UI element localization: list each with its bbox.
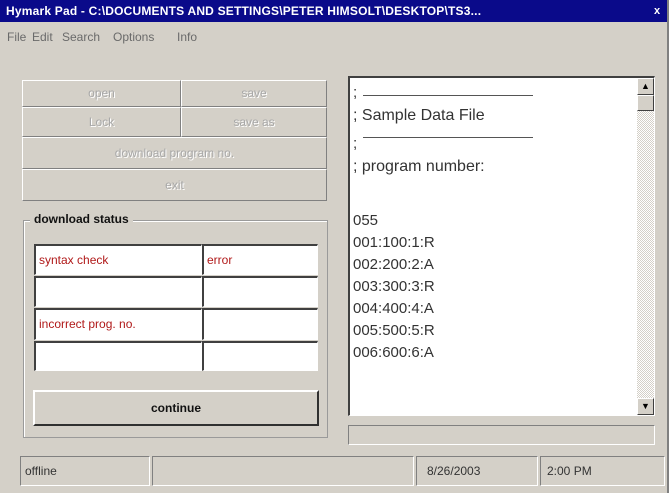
status-time: 2:00 PM [540, 456, 665, 486]
download-program-button[interactable]: download program no. [22, 137, 327, 169]
status-cell [202, 341, 318, 371]
menu-bar: File Edit Search Options Info [0, 28, 667, 48]
status-bar: offline 8/26/2003 2:00 PM [20, 456, 665, 486]
editor-line: ; Sample Data File [353, 107, 485, 124]
lock-button[interactable]: Lock [22, 107, 181, 137]
download-progress-bar [348, 425, 655, 445]
file-editor[interactable]: ; ; Sample Data File ; ; program number:… [348, 76, 655, 416]
status-cell [34, 276, 202, 307]
editor-line: 004:400:4:A [353, 300, 434, 317]
close-icon[interactable]: x [649, 3, 665, 19]
scroll-up-icon[interactable]: ▲ [637, 78, 654, 95]
editor-line: ; [353, 82, 637, 101]
exit-button[interactable]: exit [22, 169, 327, 201]
title-bar[interactable]: Hymark Pad - C:\DOCUMENTS AND SETTINGS\P… [0, 0, 667, 22]
save-as-button[interactable]: save as [181, 107, 327, 137]
scroll-thumb[interactable] [637, 95, 654, 111]
menu-info[interactable]: Info [177, 30, 197, 44]
continue-button[interactable]: continue [33, 390, 319, 426]
status-info [152, 456, 414, 486]
editor-scrollbar[interactable]: ▲ ▼ [637, 78, 654, 415]
editor-text: ; ; Sample Data File ; ; program number:… [353, 82, 637, 364]
menu-search[interactable]: Search [62, 30, 100, 44]
app-window: Hymark Pad - C:\DOCUMENTS AND SETTINGS\P… [0, 0, 669, 493]
editor-line: ; program number: [353, 158, 485, 175]
editor-line: 006:600:6:A [353, 344, 434, 361]
status-cell: syntax check [34, 244, 202, 275]
open-button[interactable]: open [22, 80, 181, 107]
status-date: 8/26/2003 [416, 456, 538, 486]
download-status-title: download status [30, 212, 133, 226]
editor-line: 055 [353, 212, 379, 229]
editor-line: 005:500:5:R [353, 322, 435, 339]
window-title: Hymark Pad - C:\DOCUMENTS AND SETTINGS\P… [6, 4, 482, 18]
status-connection: offline [20, 456, 150, 486]
menu-options[interactable]: Options [113, 30, 154, 44]
save-button[interactable]: save [181, 80, 327, 107]
editor-line: 003:300:3:R [353, 278, 435, 295]
status-cell: incorrect prog. no. [34, 308, 202, 340]
scroll-down-icon[interactable]: ▼ [637, 398, 654, 415]
status-cell: error [202, 244, 318, 275]
menu-edit[interactable]: Edit [32, 30, 53, 44]
status-cell [202, 308, 318, 340]
editor-line: 002:200:2:A [353, 256, 434, 273]
editor-line: 001:100:1:R [353, 234, 435, 251]
status-cell [202, 276, 318, 307]
editor-line: ; [353, 133, 637, 153]
menu-file[interactable]: File [7, 30, 26, 44]
status-cell [34, 341, 202, 371]
